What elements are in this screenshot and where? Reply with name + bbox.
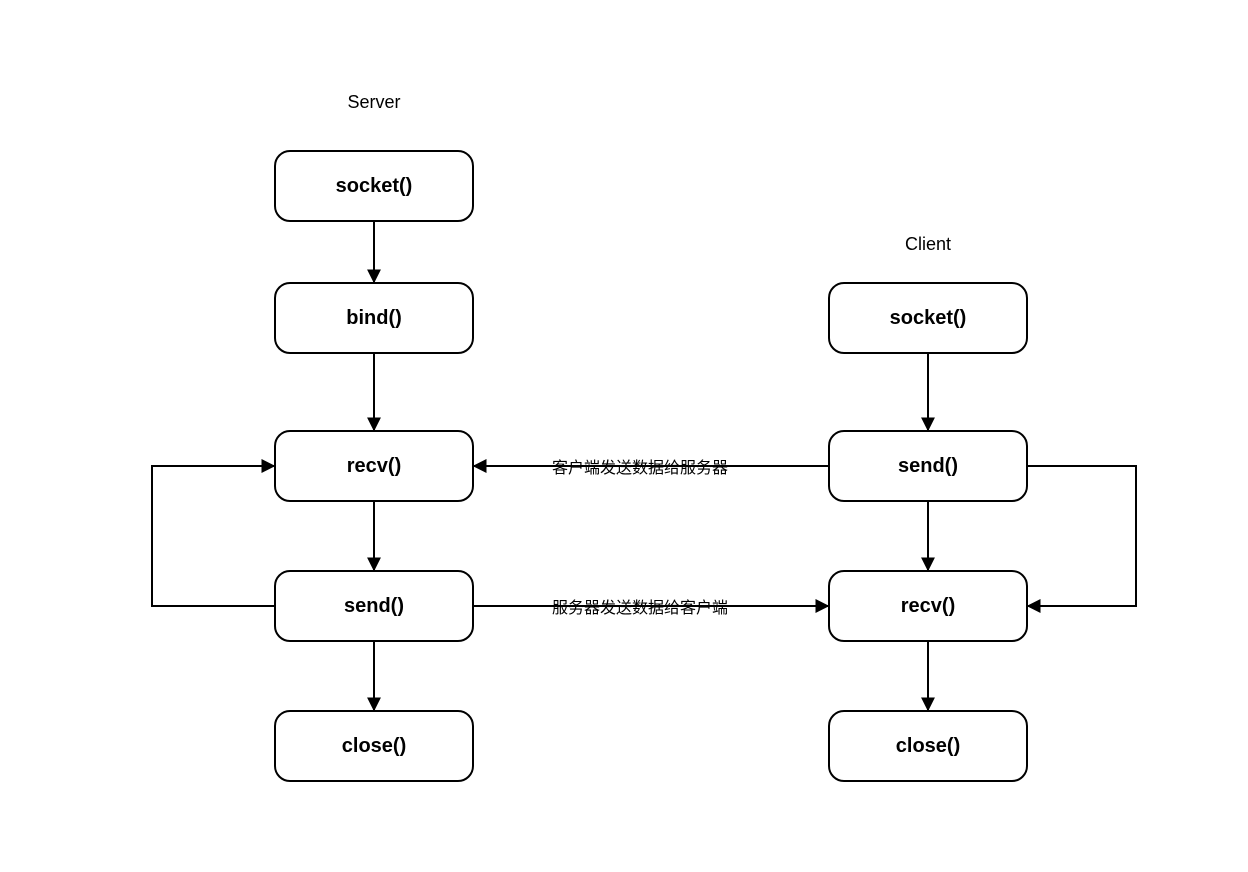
server-close-node: close(): [274, 710, 474, 782]
client-socket-node: socket(): [828, 282, 1028, 354]
loop-server-send-to-recv: [152, 466, 274, 606]
server-bind-node: bind(): [274, 282, 474, 354]
client-title: Client: [905, 234, 951, 255]
server-recv-node: recv(): [274, 430, 474, 502]
server-socket-node: socket(): [274, 150, 474, 222]
server-send-node: send(): [274, 570, 474, 642]
edge-label-client-to-server: 客户端发送数据给服务器: [546, 454, 734, 478]
arrows-overlay: [0, 0, 1248, 872]
client-close-node: close(): [828, 710, 1028, 782]
server-title: Server: [347, 92, 400, 113]
edge-label-server-to-client: 服务器发送数据给客户端: [546, 594, 734, 618]
client-recv-node: recv(): [828, 570, 1028, 642]
loop-client-send-to-recv: [1028, 466, 1136, 606]
diagram-canvas: Server Client socket() bind() recv() sen…: [0, 0, 1248, 872]
client-send-node: send(): [828, 430, 1028, 502]
